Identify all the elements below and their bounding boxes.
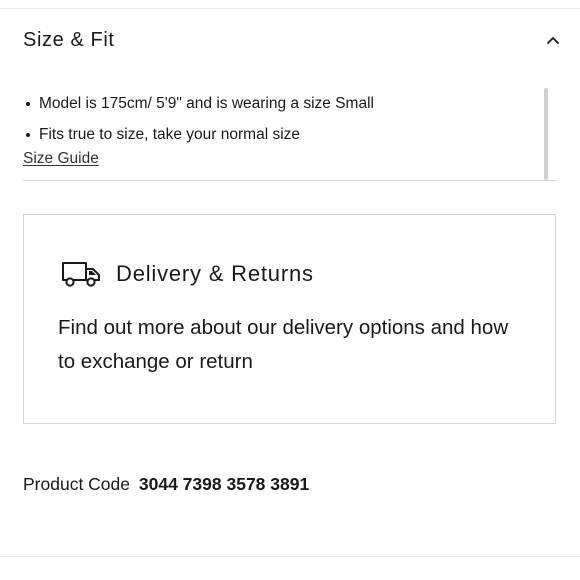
size-fit-title: Size & Fit [23, 28, 115, 51]
size-fit-bullet-model: Model is 175cm/ 5'9" and is wearing a si… [23, 88, 558, 119]
delivery-returns-title: Delivery & Returns [116, 261, 314, 286]
size-fit-scrollbar[interactable] [544, 88, 548, 180]
product-code: Product Code 3044 7398 3578 3891 [23, 474, 309, 495]
size-fit-bullet-fit: Fits true to size, take your normal size [23, 119, 558, 150]
product-code-label: Product Code [23, 474, 131, 494]
product-details-panel: Size & Fit Model is 175cm/ 5'9" and is w… [0, 0, 580, 580]
top-divider [0, 8, 580, 9]
size-fit-list: Model is 175cm/ 5'9" and is wearing a si… [23, 88, 558, 150]
chevron-up-icon[interactable] [545, 32, 561, 48]
delivery-returns-description: Find out more about our delivery options… [58, 316, 509, 373]
bottom-divider [0, 556, 580, 557]
size-fit-accordion-header[interactable]: Size & Fit [23, 24, 561, 56]
delivery-truck-icon [62, 262, 100, 287]
product-code-value: 3044 7398 3578 3891 [138, 474, 310, 494]
size-fit-content: Model is 175cm/ 5'9" and is wearing a si… [23, 88, 558, 181]
delivery-heading: Delivery & Returns [60, 259, 314, 289]
size-guide-link[interactable]: Size Guide [23, 150, 99, 168]
delivery-returns-card[interactable]: Delivery & Returns Find out more about o… [23, 214, 556, 424]
